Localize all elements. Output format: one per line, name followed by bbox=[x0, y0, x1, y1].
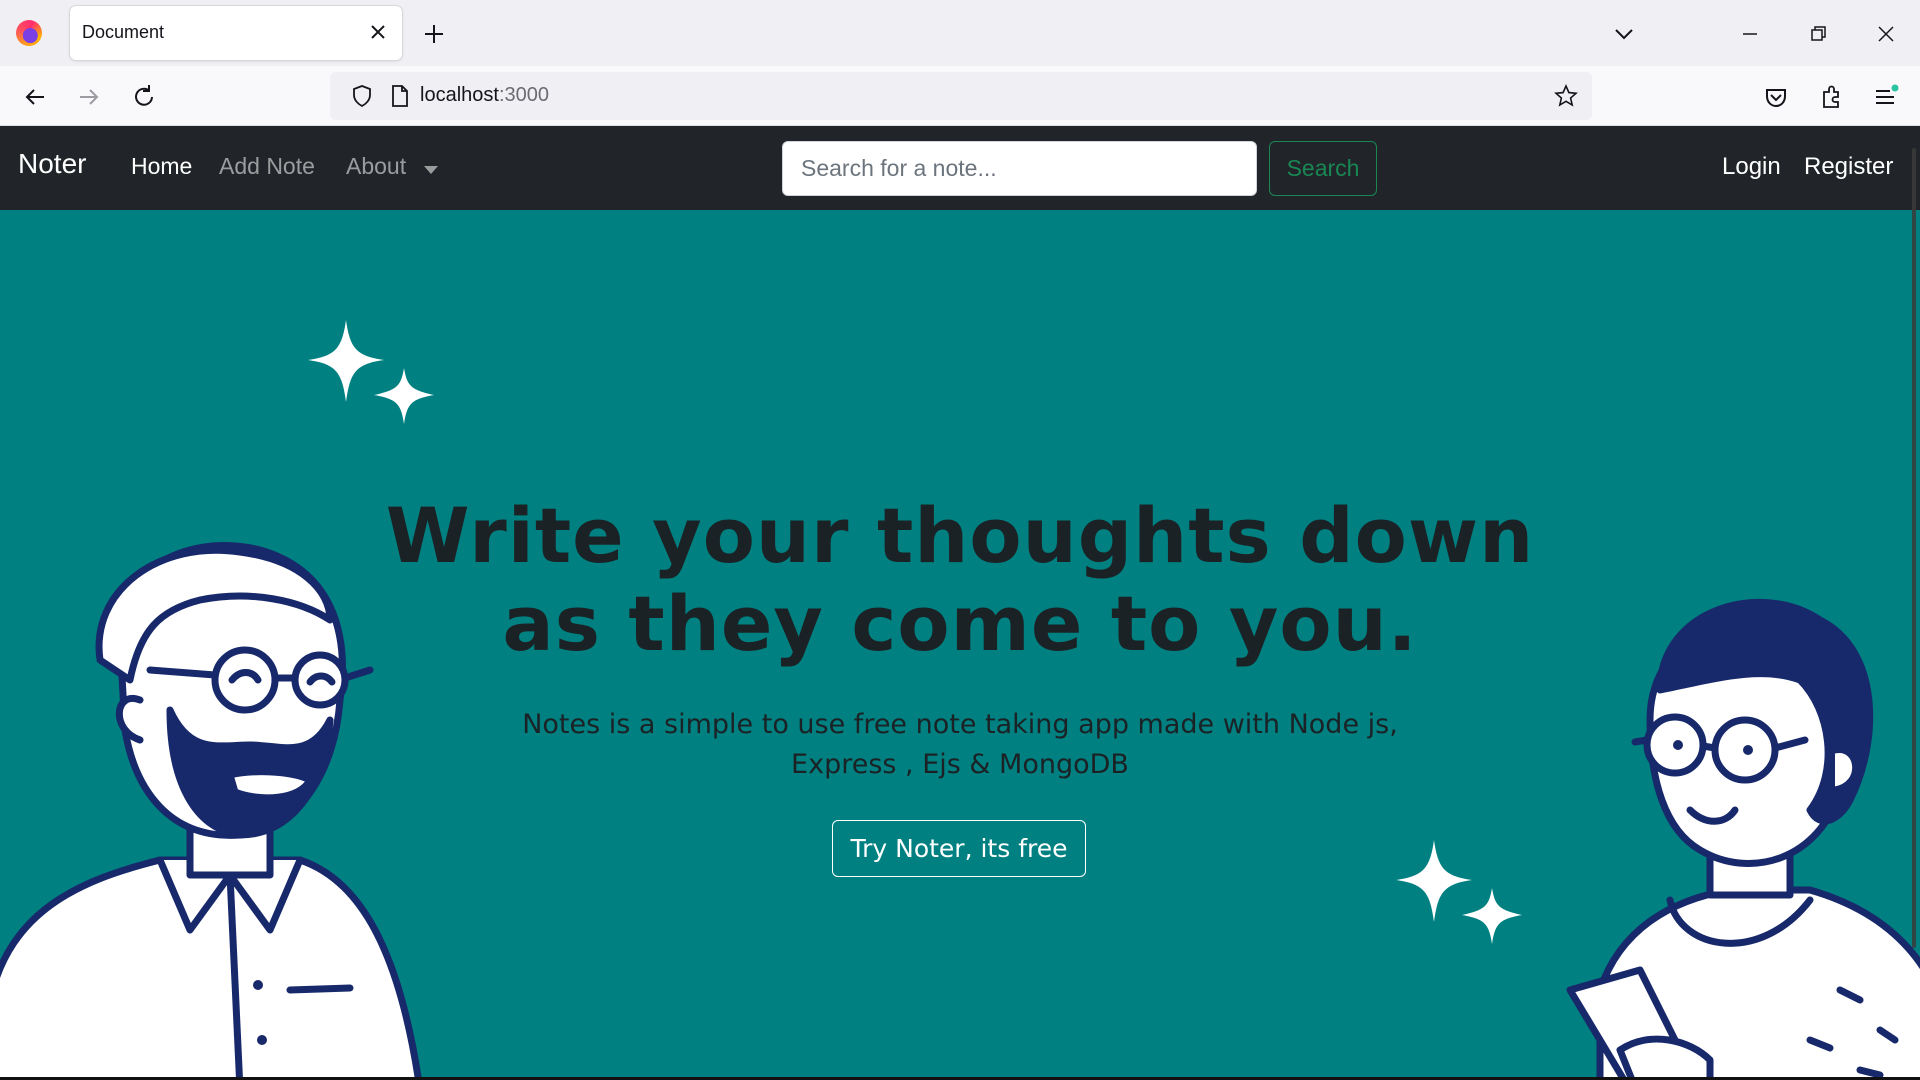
sparkle-icon bbox=[1396, 840, 1522, 944]
nav-link-add-note[interactable]: Add Note bbox=[219, 153, 315, 180]
browser-toolbar: localhost:3000 bbox=[0, 66, 1920, 126]
pocket-icon[interactable] bbox=[1759, 80, 1793, 114]
shield-icon[interactable] bbox=[350, 84, 374, 108]
register-link[interactable]: Register bbox=[1804, 153, 1893, 181]
search-input[interactable] bbox=[782, 141, 1257, 196]
try-noter-button[interactable]: Try Noter, its free bbox=[832, 820, 1086, 877]
new-tab-plus-icon[interactable] bbox=[418, 18, 450, 50]
close-tab-icon[interactable] bbox=[364, 18, 392, 46]
chevron-down-icon[interactable] bbox=[1608, 18, 1640, 50]
login-link[interactable]: Login bbox=[1722, 153, 1781, 181]
browser-tab-bar: Document bbox=[0, 0, 1920, 66]
brand-logo[interactable]: Noter bbox=[18, 148, 86, 180]
forward-arrow-icon[interactable] bbox=[72, 80, 106, 114]
extensions-puzzle-icon[interactable] bbox=[1814, 80, 1848, 114]
hero-subtitle: Notes is a simple to use free note takin… bbox=[522, 709, 1398, 780]
reload-icon[interactable] bbox=[127, 80, 161, 114]
url-bar[interactable]: localhost:3000 bbox=[330, 72, 1592, 120]
firefox-logo-icon bbox=[16, 20, 42, 46]
browser-tab[interactable]: Document bbox=[70, 6, 402, 60]
hero-title: Write your thoughts down as they come to… bbox=[385, 491, 1535, 668]
close-window-icon[interactable] bbox=[1870, 18, 1902, 50]
nav-link-home[interactable]: Home bbox=[131, 153, 192, 180]
site-navbar: Noter Home Add Note About Search Login R… bbox=[0, 126, 1920, 210]
hero-section: Write your thoughts down as they come to… bbox=[0, 210, 1920, 1080]
search-button[interactable]: Search bbox=[1269, 141, 1377, 196]
app-menu-icon[interactable] bbox=[1868, 80, 1902, 114]
minimize-window-icon[interactable] bbox=[1734, 18, 1766, 50]
sparkle-icon bbox=[308, 320, 434, 424]
url-text[interactable]: localhost:3000 bbox=[420, 84, 549, 107]
tab-title: Document bbox=[82, 22, 165, 42]
restore-window-icon[interactable] bbox=[1802, 18, 1834, 50]
nav-dropdown-about[interactable]: About bbox=[346, 153, 406, 180]
back-arrow-icon[interactable] bbox=[18, 80, 52, 114]
bookmark-star-icon[interactable] bbox=[1554, 84, 1578, 108]
woman-with-phone-illustration bbox=[1566, 598, 1920, 1080]
page-scrollbar[interactable] bbox=[1912, 148, 1916, 948]
page-info-icon[interactable] bbox=[388, 84, 412, 108]
caret-down-icon[interactable] bbox=[424, 166, 438, 174]
